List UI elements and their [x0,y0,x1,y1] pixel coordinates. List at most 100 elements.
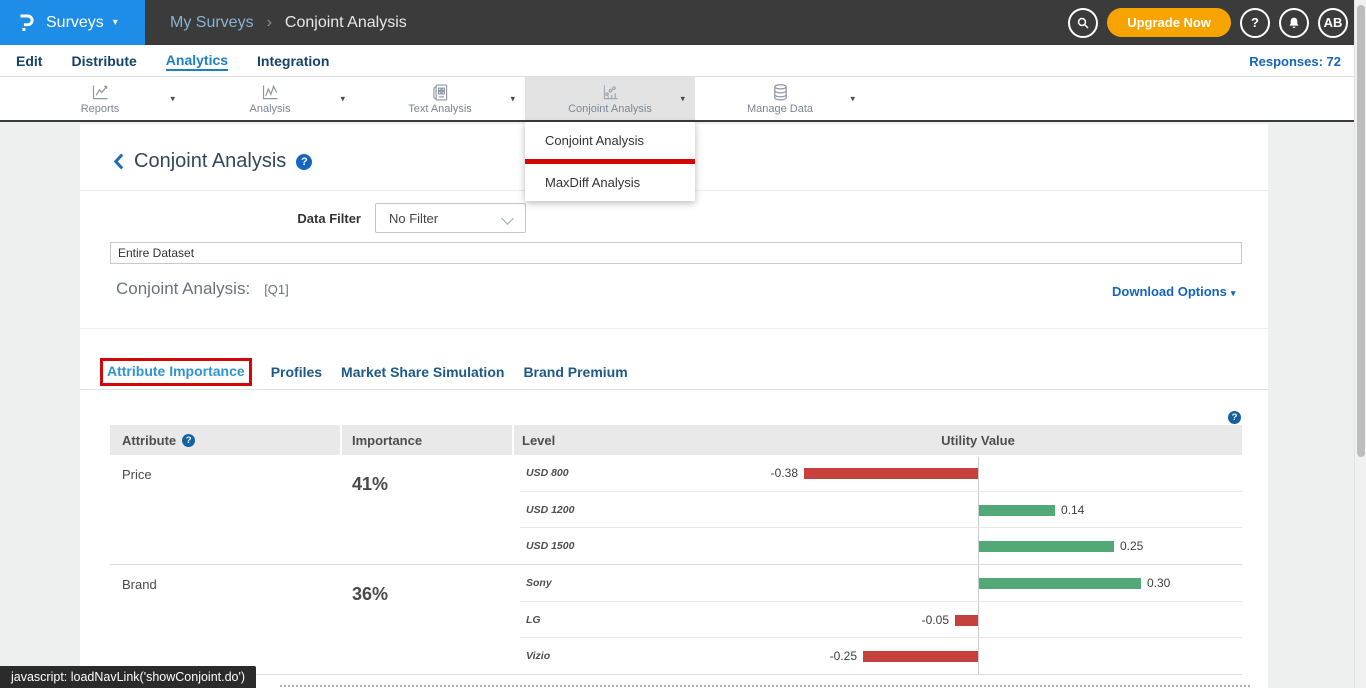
data-filter-value: No Filter [389,211,438,226]
attribute-row-brand: Brand 36% Sony0.30LG-0.05 Vizio -0.25 [110,565,1242,675]
attribute-name: Brand [122,577,157,592]
analysis-icon [260,82,281,102]
toolbar-item-text-analysis[interactable]: Text Analysis ▾ [355,77,525,120]
data-filter-label: Data Filter [270,211,361,226]
toolbar-item-label: Text Analysis [408,103,472,115]
utility-value: -0.38 [771,466,798,480]
analytics-toolbar-items: Reports▾Analysis▾Text Analysis▾Conjoint … [15,77,865,120]
questionpro-logo-icon [17,11,36,34]
toolbar-item-manage-data[interactable]: Manage Data ▾ [695,77,865,120]
conjoint-analysis-menu: Conjoint Analysis MaxDiff Analysis [525,122,695,201]
nav-item-distribute[interactable]: Distribute [71,53,136,70]
breadcrumb: My Surveys › Conjoint Analysis [170,0,407,45]
toolbar-item-reports[interactable]: Reports ▾ [15,77,185,120]
attribute-name: Price [122,467,152,482]
survey-nav: Edit Distribute Analytics Integration Respo… [0,45,1366,77]
attribute-importance-table: Attribute ? Importance Level Utility Val… [110,425,1242,675]
level-label: Vizio [526,650,550,662]
level-header-label: Level [522,433,555,448]
search-icon [1075,15,1091,31]
chevron-down-icon[interactable]: ▾ [340,93,345,104]
table-help-icon[interactable]: ? [1228,411,1241,424]
page-title-row: Conjoint Analysis ? [113,150,312,173]
upgrade-now-button[interactable]: Upgrade Now [1107,8,1231,37]
question-code: [Q1] [264,282,289,297]
app-window: Surveys ▾ My Surveys › Conjoint Analysis… [0,0,1366,688]
breadcrumb-parent[interactable]: My Surveys [170,14,254,32]
section-heading: Conjoint Analysis: [Q1] [116,279,289,299]
levels-chart: USD 800-0.38USD 12000.14USD 15000.25 [520,455,1242,564]
dataset-field[interactable]: Entire Dataset [110,242,1242,264]
utility-value: -0.05 [922,613,949,627]
column-header-attribute: Attribute ? [110,425,340,455]
question-mark-icon: ? [1251,15,1259,30]
attribute-importance-value: 41% [352,474,388,495]
chevron-down-icon[interactable]: ▾ [680,93,685,104]
menu-item-conjoint-analysis[interactable]: Conjoint Analysis [525,122,695,159]
data-filter-select[interactable]: No Filter [375,203,526,233]
help-button[interactable]: ? [1240,8,1270,38]
chevron-down-icon[interactable]: ▾ [170,93,175,104]
responses-count[interactable]: Responses: 72 [1249,45,1341,77]
chevron-down-icon[interactable]: ▾ [510,93,515,104]
notifications-button[interactable] [1279,8,1309,38]
nav-item-integration[interactable]: Integration [257,53,329,70]
level-row-sony: Sony0.30 [520,565,1242,601]
nav-item-edit[interactable]: Edit [16,53,42,70]
utility-bar [979,505,1055,516]
toolbar-item-analysis[interactable]: Analysis ▾ [185,77,355,120]
content-card: Conjoint Analysis ? Data Filter No Filte… [80,124,1268,688]
toolbar-item-label: Analysis [250,103,291,115]
avatar[interactable]: AB [1318,8,1348,38]
tab-attribute-importance[interactable]: Attribute Importance [107,363,245,379]
product-name: Surveys [46,14,104,32]
utility-value: 0.14 [1061,503,1084,517]
link-status-bar: javascript: loadNavLink('showConjoint.do… [0,666,256,688]
utility-bar [979,578,1141,589]
menu-item-maxdiff-analysis[interactable]: MaxDiff Analysis [525,164,695,201]
toolbar-item-label: Manage Data [747,103,813,115]
tab-market-share-simulation[interactable]: Market Share Simulation [341,364,504,380]
text-analysis-icon [430,82,451,102]
level-row-vizio: Vizio -0.25 [520,637,1242,674]
attribute-row-price: Price41%USD 800-0.38USD 12000.14USD 1500… [110,455,1242,565]
level-row-lg: LG-0.05 [520,601,1242,638]
download-options-link[interactable]: Download Options ▾ [1112,284,1235,299]
manage-data-icon [770,82,791,102]
title-help-icon[interactable]: ? [296,154,312,170]
conjoint-analysis-icon [600,82,621,102]
utility-value: -0.25 [830,649,857,663]
chevron-down-icon[interactable]: ▾ [850,93,855,104]
back-chevron-icon[interactable] [113,153,124,170]
top-bar: Surveys ▾ My Surveys › Conjoint Analysis… [0,0,1366,45]
column-header-level: Level Utility Value [514,425,1242,455]
utility-value-header-label: Utility Value [941,433,1015,448]
vertical-scrollbar[interactable] [1354,0,1366,688]
utility-value: 0.25 [1120,539,1143,553]
survey-nav-items: Edit Distribute Analytics Integration [16,45,329,77]
scrollbar-thumb[interactable] [1357,5,1365,457]
toolbar-item-label: Reports [81,103,120,115]
utility-bar [955,615,978,626]
attribute-importance-value: 36% [352,584,388,605]
tab-brand-premium[interactable]: Brand Premium [523,364,627,380]
level-row-usd-1200: USD 12000.14 [520,491,1242,528]
attribute-help-icon[interactable]: ? [182,434,195,447]
product-switcher[interactable]: Surveys ▾ [0,0,145,45]
download-options-label: Download Options [1112,284,1227,299]
page-title: Conjoint Analysis [134,150,286,173]
table-help-icon-wrap: ? [1228,407,1241,425]
table-header: Attribute ? Importance Level Utility Val… [110,425,1242,455]
analytics-toolbar: Reports▾Analysis▾Text Analysis▾Conjoint … [0,77,1366,122]
chevron-down-icon: ▾ [1231,288,1236,298]
toolbar-item-conjoint-analysis[interactable]: Conjoint Analysis▾ [525,77,695,120]
utility-value: 0.30 [1147,576,1170,590]
chevron-down-icon: ▾ [113,17,118,28]
divider [80,328,1268,329]
result-tabs: Attribute Importance Profiles Market Share… [100,358,628,386]
nav-item-analytics[interactable]: Analytics [166,52,228,71]
bell-icon [1286,15,1302,31]
breadcrumb-current: Conjoint Analysis [285,14,407,32]
search-button[interactable] [1068,8,1098,38]
tab-profiles[interactable]: Profiles [271,364,322,380]
